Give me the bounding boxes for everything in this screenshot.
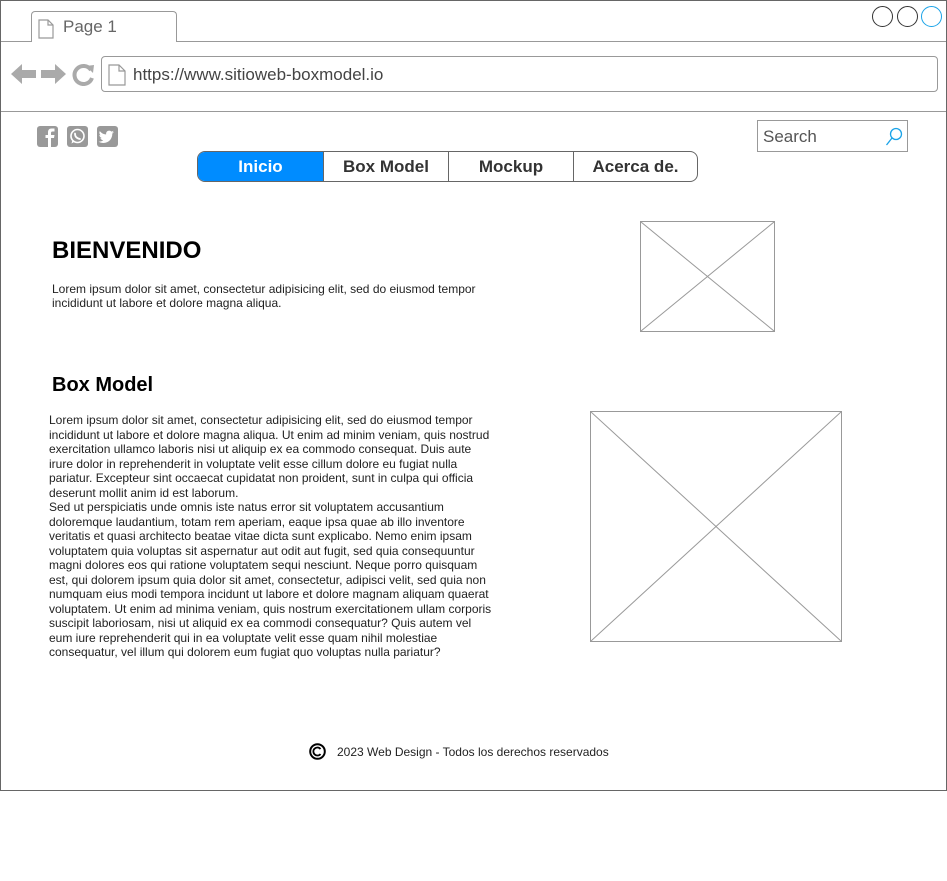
browser-window: Page 1 https://www.sitioweb-boxmodel.io …	[0, 0, 947, 791]
minimize-button[interactable]	[872, 6, 893, 27]
nav-item-acerca-de[interactable]: Acerca de.	[573, 152, 697, 181]
maximize-button[interactable]	[897, 6, 918, 27]
twitter-icon[interactable]	[97, 126, 118, 147]
back-arrow-icon[interactable]	[11, 63, 36, 90]
section-title: Box Model	[52, 374, 154, 396]
page-icon	[38, 19, 54, 44]
tab-label: Page 1	[63, 17, 117, 36]
url-text: https://www.sitioweb-boxmodel.io	[133, 65, 384, 84]
search-icon[interactable]	[885, 127, 903, 152]
facebook-icon[interactable]	[37, 126, 58, 147]
close-button[interactable]	[921, 6, 942, 27]
whatsapp-icon[interactable]	[67, 126, 88, 147]
image-placeholder	[640, 221, 775, 332]
forward-arrow-icon[interactable]	[41, 63, 66, 90]
reload-icon[interactable]	[72, 62, 96, 91]
welcome-title: BIENVENIDO	[52, 237, 202, 264]
image-placeholder	[590, 411, 842, 642]
address-bar[interactable]: https://www.sitioweb-boxmodel.io	[101, 56, 938, 92]
search-input[interactable]: Search	[757, 120, 908, 152]
toolbar-divider	[1, 111, 946, 112]
nav-item-box-model[interactable]: Box Model	[323, 152, 448, 181]
search-placeholder: Search	[763, 127, 817, 146]
nav-item-inicio[interactable]: Inicio	[198, 152, 323, 181]
nav-item-mockup[interactable]: Mockup	[448, 152, 573, 181]
section-text: Lorem ipsum dolor sit amet, consectetur …	[49, 413, 492, 659]
footer: 2023 Web Design - Todos los derechos res…	[309, 743, 609, 760]
main-nav: Inicio Box Model Mockup Acerca de.	[197, 151, 698, 182]
welcome-text: Lorem ipsum dolor sit amet, consectetur …	[52, 282, 476, 310]
footer-text: 2023 Web Design - Todos los derechos res…	[337, 744, 609, 759]
page-icon	[108, 64, 126, 91]
copyright-icon	[309, 743, 326, 760]
browser-tab[interactable]: Page 1	[31, 11, 177, 42]
